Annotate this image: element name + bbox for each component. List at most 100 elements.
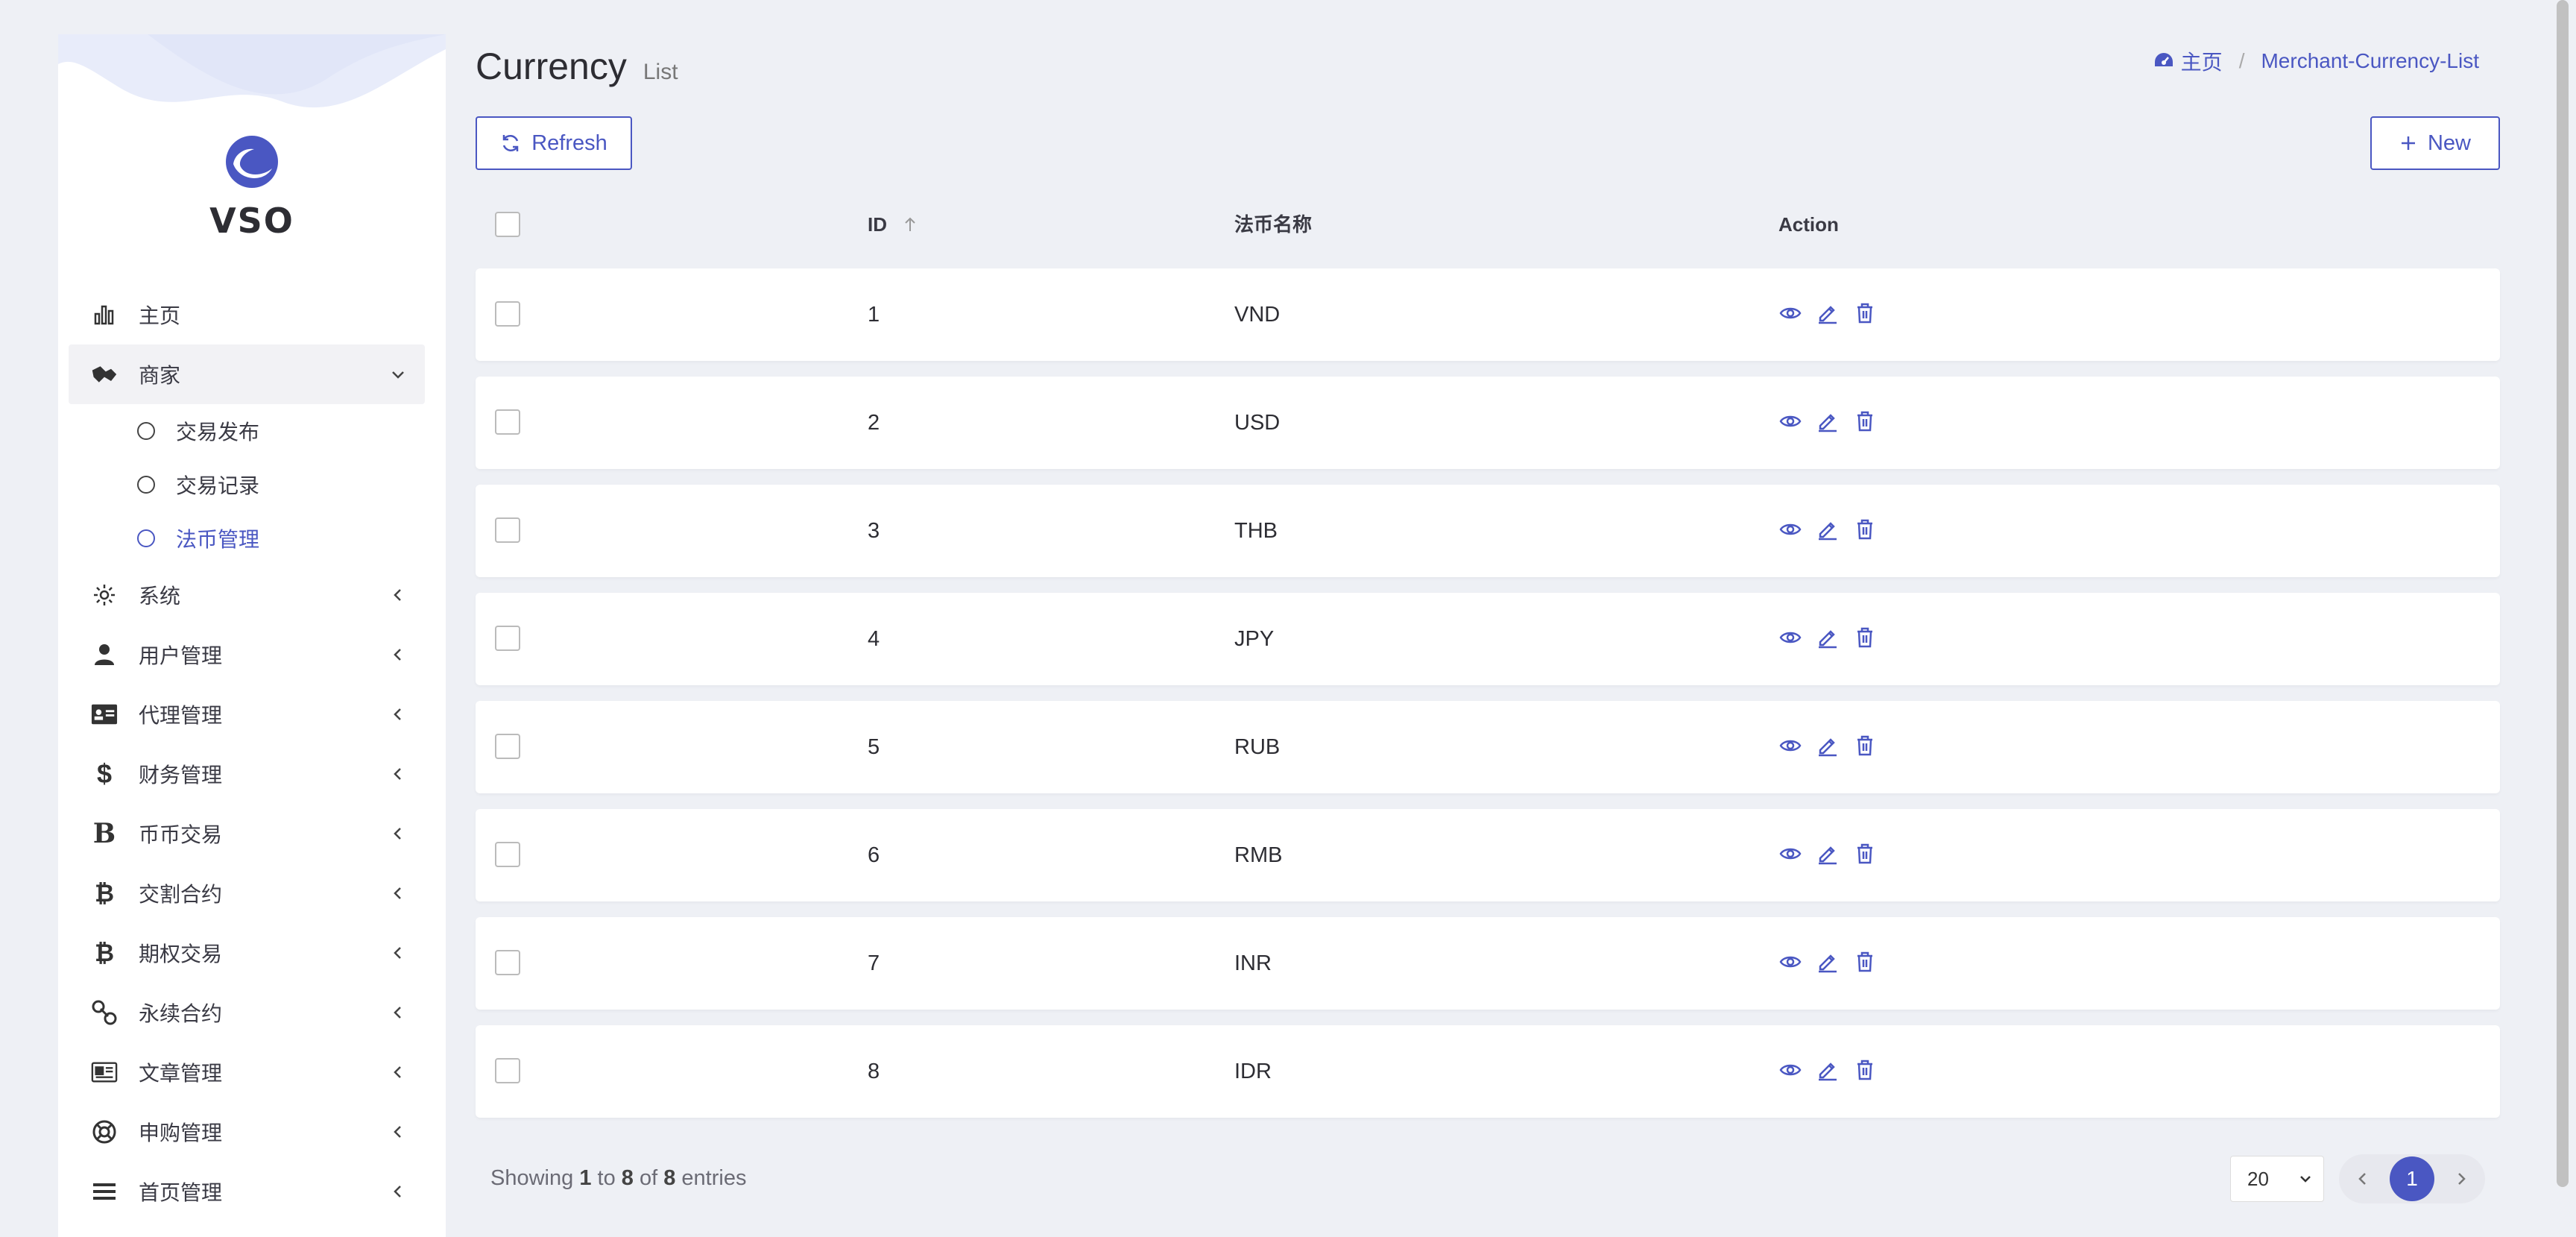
edit-icon[interactable]	[1816, 734, 1840, 758]
chevron-down-icon	[2300, 1176, 2311, 1183]
chevron-left-icon	[394, 1066, 401, 1078]
sidebar-item-system[interactable]: 系统	[69, 565, 425, 625]
circle-icon	[137, 476, 155, 494]
scrollbar[interactable]	[2557, 0, 2569, 1187]
edit-icon[interactable]	[1816, 950, 1840, 974]
sidebar-subitem-currency-management[interactable]: 法币管理	[69, 512, 425, 565]
sidebar: VSO 主页 商家 交易发布 交易记录 法币管理 系统 用户管理 代理管理 $ …	[58, 34, 446, 1237]
row-actions	[1778, 409, 1877, 433]
prev-page-icon[interactable]	[2354, 1170, 2372, 1188]
row-checkbox[interactable]	[495, 409, 520, 435]
sidebar-item-label: 期权交易	[139, 942, 223, 966]
chevron-left-icon	[394, 887, 401, 899]
trash-icon[interactable]	[1853, 517, 1877, 541]
trash-icon[interactable]	[1853, 1058, 1877, 1082]
eye-icon[interactable]	[1778, 950, 1802, 974]
eye-icon[interactable]	[1778, 409, 1802, 433]
row-checkbox[interactable]	[495, 517, 520, 543]
sidebar-subitem-trade-records[interactable]: 交易记录	[69, 458, 425, 512]
table-row: 3 THB	[476, 485, 2500, 577]
edit-icon[interactable]	[1816, 301, 1840, 325]
sidebar-item-label: 币币交易	[139, 823, 223, 846]
page-size-select[interactable]: 20	[2230, 1156, 2324, 1202]
trash-icon[interactable]	[1853, 301, 1877, 325]
eye-icon[interactable]	[1778, 1058, 1802, 1082]
next-page-icon[interactable]	[2452, 1170, 2470, 1188]
cell-currency-name: THB	[1234, 519, 1278, 543]
circle-icon	[137, 422, 155, 440]
edit-icon[interactable]	[1816, 517, 1840, 541]
edit-icon[interactable]	[1816, 842, 1840, 866]
row-checkbox[interactable]	[495, 626, 520, 651]
cell-id: 7	[868, 951, 880, 975]
showing-total: 8	[663, 1166, 676, 1190]
cell-currency-name: RUB	[1234, 735, 1281, 759]
cell-id: 8	[868, 1060, 880, 1083]
sidebar-item-users[interactable]: 用户管理	[69, 625, 425, 684]
sidebar-item-options-trading[interactable]: ₿ 期权交易	[69, 923, 425, 983]
sidebar-item-merchant[interactable]: 商家	[69, 344, 425, 404]
sidebar-item-homepage[interactable]: 首页管理	[69, 1162, 425, 1221]
eye-icon[interactable]	[1778, 626, 1802, 649]
brand: VSO	[58, 101, 446, 241]
row-actions	[1778, 734, 1877, 758]
sort-arrow-up-icon[interactable]	[903, 216, 918, 233]
sidebar-item-delivery-contract[interactable]: ₿ 交割合约	[69, 863, 425, 923]
row-checkbox[interactable]	[495, 842, 520, 867]
eye-icon[interactable]	[1778, 517, 1802, 541]
trash-icon[interactable]	[1853, 626, 1877, 649]
column-header-id[interactable]: ID	[868, 201, 918, 248]
refresh-button[interactable]: Refresh	[476, 116, 632, 170]
breadcrumb-current[interactable]: Merchant-Currency-List	[2261, 49, 2479, 73]
row-checkbox[interactable]	[495, 301, 520, 327]
sidebar-item-label: 财务管理	[139, 764, 223, 787]
dollar-icon: $	[96, 758, 113, 789]
eye-icon[interactable]	[1778, 734, 1802, 758]
eye-icon[interactable]	[1778, 301, 1802, 325]
chevron-left-icon	[394, 768, 401, 780]
trash-icon[interactable]	[1853, 409, 1877, 433]
cell-currency-name: JPY	[1234, 627, 1275, 651]
table-row: 5 RUB	[476, 701, 2500, 793]
sidebar-item-articles[interactable]: 文章管理	[69, 1042, 425, 1102]
trash-icon[interactable]	[1853, 950, 1877, 974]
showing-to-word: to	[597, 1166, 616, 1190]
breadcrumb-home-link[interactable]: 主页	[2181, 46, 2223, 76]
table-row: 7 INR	[476, 917, 2500, 1010]
sidebar-item-home[interactable]: 主页	[69, 285, 425, 344]
sidebar-item-label: 代理管理	[139, 704, 223, 727]
merchant-submenu: 交易发布 交易记录 法币管理	[69, 404, 425, 565]
sidebar-menu: 主页 商家 交易发布 交易记录 法币管理 系统 用户管理 代理管理 $ 财务管理…	[69, 285, 425, 1221]
row-checkbox[interactable]	[495, 1058, 520, 1083]
edit-icon[interactable]	[1816, 626, 1840, 649]
user-icon	[91, 641, 118, 668]
sidebar-item-subscription[interactable]: 申购管理	[69, 1102, 425, 1162]
bitcoin-icon: ₿	[94, 939, 115, 966]
sidebar-item-spot-trading[interactable]: B 币币交易	[69, 804, 425, 863]
cell-currency-name: USD	[1234, 411, 1281, 435]
edit-icon[interactable]	[1816, 1058, 1840, 1082]
chevron-left-icon	[394, 1126, 401, 1138]
sidebar-item-finance[interactable]: $ 财务管理	[69, 744, 425, 804]
sidebar-item-label: 首页管理	[139, 1181, 223, 1204]
select-all-checkbox[interactable]	[495, 212, 520, 237]
sidebar-subitem-trade-publish[interactable]: 交易发布	[69, 404, 425, 458]
row-checkbox[interactable]	[495, 950, 520, 975]
new-button[interactable]: New	[2370, 116, 2500, 170]
page-number-current[interactable]: 1	[2390, 1156, 2434, 1201]
sidebar-item-agents[interactable]: 代理管理	[69, 684, 425, 744]
trash-icon[interactable]	[1853, 842, 1877, 866]
eye-icon[interactable]	[1778, 842, 1802, 866]
bitcoin-icon: ₿	[94, 879, 115, 907]
cell-currency-name: INR	[1234, 951, 1272, 975]
trash-icon[interactable]	[1853, 734, 1877, 758]
row-checkbox[interactable]	[495, 734, 520, 759]
table-row: 2 USD	[476, 377, 2500, 469]
newspaper-icon	[91, 1059, 118, 1086]
sidebar-item-perpetual-contract[interactable]: 永续合约	[69, 983, 425, 1042]
breadcrumb-separator: /	[2238, 49, 2245, 72]
cell-id: 2	[868, 411, 880, 435]
edit-icon[interactable]	[1816, 409, 1840, 433]
page-size-value: 20	[2247, 1167, 2269, 1190]
sidebar-subitem-label: 交易记录	[176, 474, 260, 497]
